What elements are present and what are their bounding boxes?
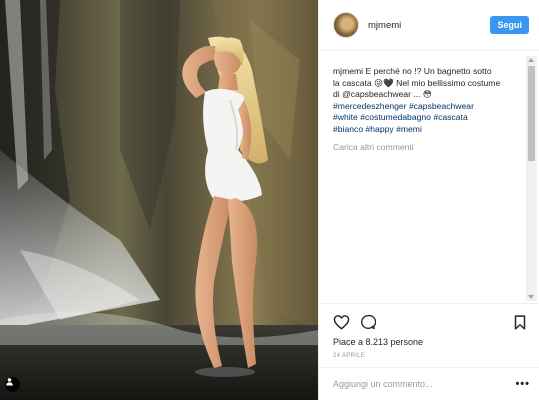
hashtag-line-3[interactable]: #bianco #happy #memi <box>333 124 422 134</box>
action-icons-row <box>333 312 526 332</box>
post-photo[interactable] <box>0 0 318 400</box>
post-date: 24 aprile <box>333 353 366 359</box>
person-icon[interactable] <box>5 377 20 392</box>
caption-line-1: E perché no !? Un bagnetto sotto <box>365 66 492 76</box>
header-username[interactable]: mjmemi <box>368 20 490 31</box>
heart-icon[interactable] <box>333 314 350 330</box>
caption-text: mjmemi E perché no !? Un bagnetto sotto … <box>333 66 523 135</box>
post-actions: Piace a 8.213 persone 24 aprile <box>319 303 539 366</box>
scroll-down-icon[interactable] <box>528 295 534 299</box>
post-header: mjmemi Segui <box>319 0 539 51</box>
comment-icon[interactable] <box>360 314 376 330</box>
comments-scrollbar[interactable] <box>526 56 537 301</box>
caption-username[interactable]: mjmemi <box>333 66 363 76</box>
scrollbar-thumb[interactable] <box>528 66 535 161</box>
post-side-panel: mjmemi Segui mjmemi E perché no !? Un ba… <box>318 0 539 400</box>
caption-area: mjmemi E perché no !? Un bagnetto sotto … <box>333 66 523 301</box>
avatar[interactable] <box>333 12 359 38</box>
follow-button[interactable]: Segui <box>490 16 529 34</box>
bookmark-icon[interactable] <box>514 314 526 330</box>
hashtag-line-2[interactable]: #white #costumedabagno #cascata <box>333 112 468 122</box>
scroll-up-icon[interactable] <box>528 58 534 62</box>
comment-input[interactable]: Aggiungi un commento... <box>333 379 515 389</box>
caption-line-3: di @capsbeachwear ... 😳 <box>333 89 432 99</box>
caption-line-2: la cascata 😜🖤 Nel mio bellissimo costume <box>333 77 501 88</box>
likes-count[interactable]: Piace a 8.213 persone <box>333 337 526 347</box>
load-more-comments-link[interactable]: Carica altri commenti <box>333 142 523 154</box>
add-comment-bar: Aggiungi un commento... ••• <box>319 367 539 400</box>
hashtag-line-1[interactable]: #mercedeszhenger #capsbeachwear <box>333 101 474 111</box>
photo-illustration <box>0 0 318 400</box>
more-options-icon[interactable]: ••• <box>515 378 530 390</box>
